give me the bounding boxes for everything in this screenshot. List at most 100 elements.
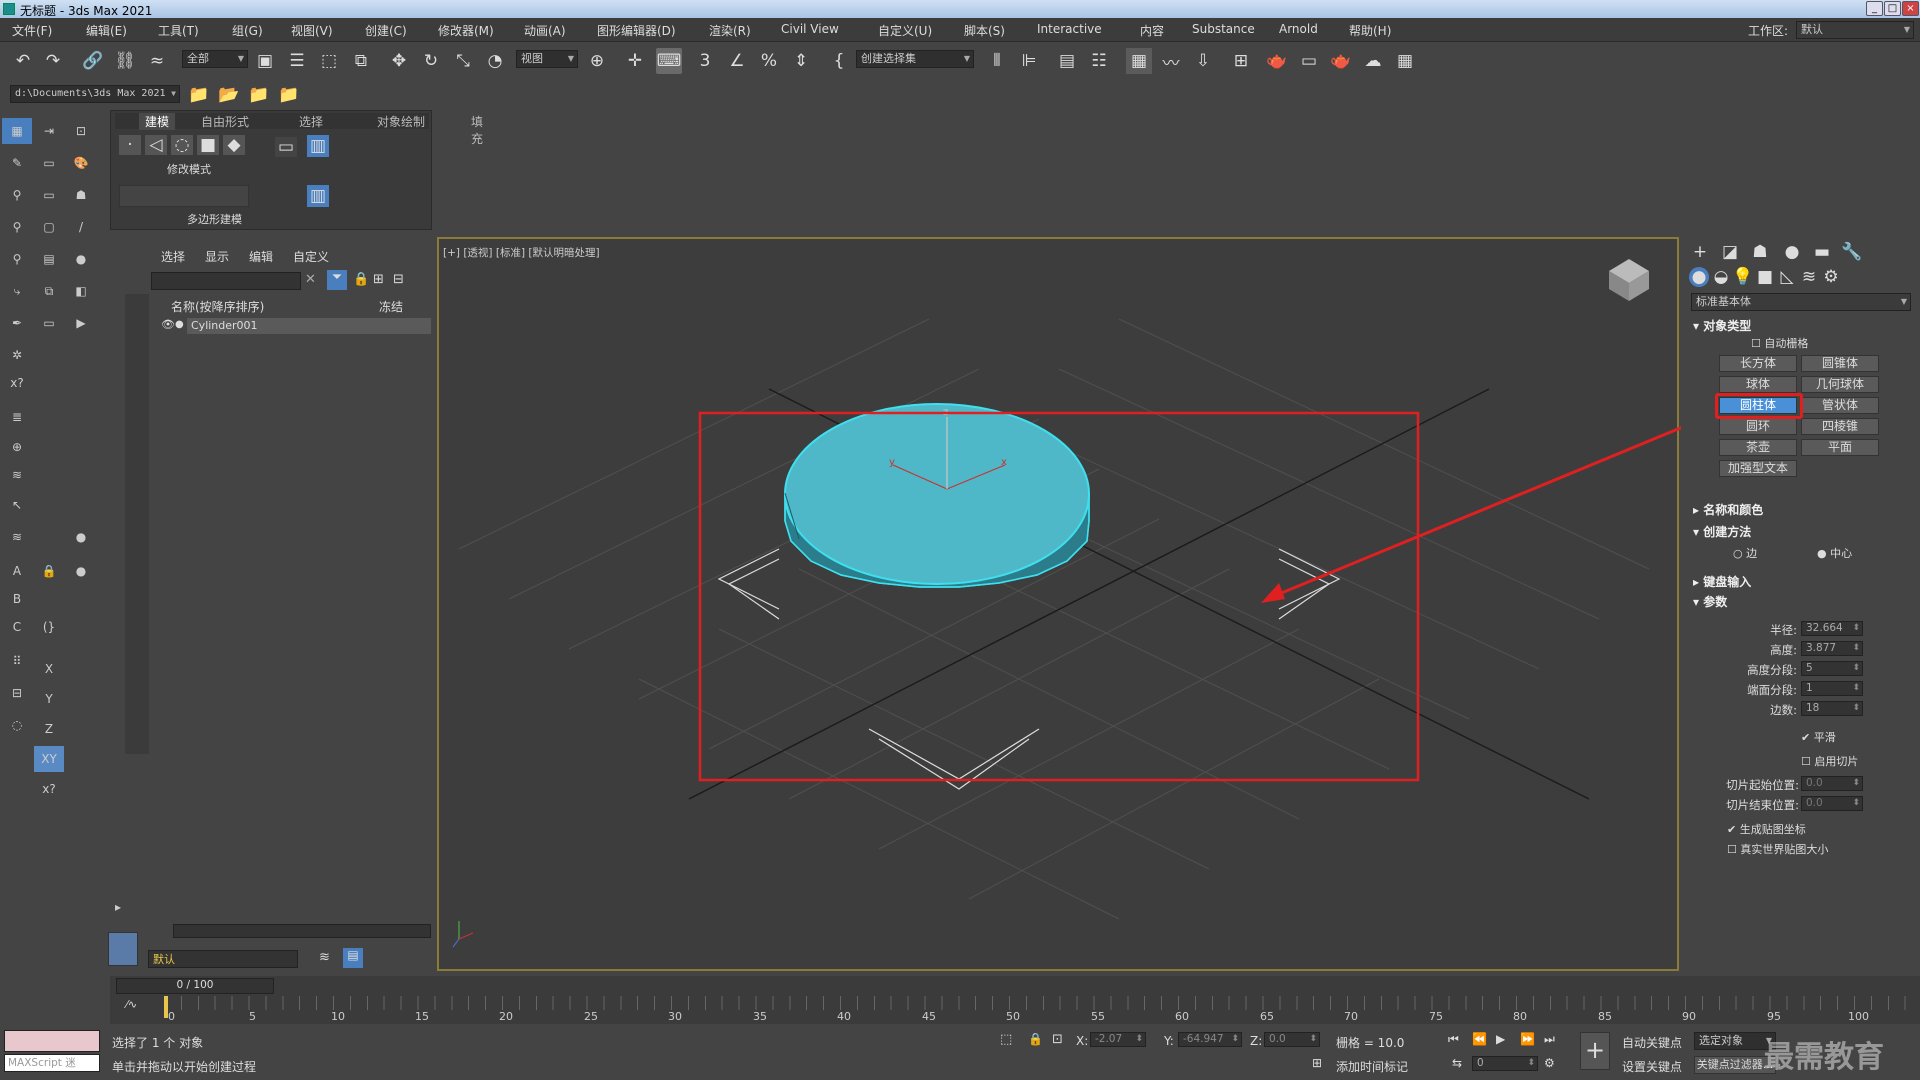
reference-coord-dropdown[interactable]: 视图 [516, 50, 578, 68]
expand-panel-icon[interactable]: ▸ [108, 898, 128, 916]
project-new-icon[interactable]: 📁 [276, 82, 302, 108]
edit-named-sets-icon[interactable]: { [826, 48, 852, 74]
selection-lock-icon[interactable]: 🔒 [1028, 1032, 1043, 1046]
viewcube-icon[interactable] [1609, 259, 1649, 301]
render-setup-icon[interactable]: 🫖 [1264, 48, 1290, 74]
ribbon-expand-icon[interactable]: ▥ [307, 185, 329, 207]
project-open-icon[interactable]: 📂 [216, 82, 242, 108]
menu-substance[interactable]: Substance [1192, 22, 1255, 36]
box-button[interactable]: 长方体 [1719, 355, 1797, 372]
create-tab-icon[interactable]: + [1689, 241, 1711, 263]
scale-icon[interactable]: ⤡ [450, 48, 476, 74]
select-tool-icon[interactable]: ▦ [2, 118, 32, 144]
menu-group[interactable]: 组(G) [232, 22, 263, 39]
select-by-name-icon[interactable]: ☰ [284, 48, 310, 74]
minimize-button[interactable]: _ [1866, 1, 1883, 16]
text-a-icon[interactable]: A [2, 558, 32, 584]
measure-tool-icon[interactable]: ⊟ [2, 680, 32, 706]
ribbon-isolate-icon[interactable]: ▥ [307, 135, 329, 157]
text-list-icon[interactable]: ≣ [2, 404, 32, 430]
menu-civil-view[interactable]: Civil View [781, 22, 839, 36]
textplus-button[interactable]: 加强型文本 [1719, 460, 1797, 477]
box2-tool-icon[interactable]: ▭ [34, 310, 64, 336]
lock-icon[interactable]: 🔒 [353, 272, 369, 287]
display-tab-icon[interactable]: ▬ [1811, 241, 1833, 263]
edge-mode-icon[interactable]: ◁ [145, 135, 167, 155]
link-tool-icon[interactable]: ✎ [2, 150, 32, 176]
play-tool-icon[interactable]: ▶ [66, 310, 96, 336]
rendered-frame-icon[interactable]: ▭ [1296, 48, 1322, 74]
real-world-checkbox[interactable]: ☐ 真实世界贴图大小 [1727, 841, 1828, 857]
menu-help[interactable]: 帮助(H) [1349, 22, 1391, 39]
perspective-viewport[interactable]: [+] [透视] [标准] [默认明暗处理] y x z [437, 237, 1681, 971]
close-button[interactable]: × [1902, 1, 1919, 16]
merge-tool-icon[interactable]: ▭ [34, 182, 64, 208]
maxscript-listener-pink[interactable] [4, 1030, 100, 1052]
cone-button[interactable]: 圆锥体 [1801, 355, 1879, 372]
time-config-icon[interactable]: ⚙ [1544, 1056, 1555, 1070]
z-coord-input[interactable]: 0.0 [1264, 1032, 1320, 1047]
creation-method-header[interactable]: ▾ 创建方法 [1693, 523, 1751, 540]
place-icon[interactable]: ◔ [482, 48, 508, 74]
center-radio[interactable]: ● 中心 [1817, 545, 1852, 561]
render-dot-icon[interactable]: ● [175, 319, 184, 330]
category-dropdown[interactable]: 标准基本体 [1691, 293, 1911, 311]
project-save-icon[interactable]: 📁 [246, 82, 272, 108]
modify-tab-icon[interactable]: ◪ [1719, 241, 1741, 263]
tube-button[interactable]: 管状体 [1801, 397, 1879, 414]
scene-scrollbar[interactable] [173, 924, 431, 938]
layer-dropdown[interactable]: 默认 [148, 950, 298, 968]
menu-view[interactable]: 视图(V) [291, 22, 333, 39]
stack-tool-icon[interactable]: ⧉ [34, 278, 64, 304]
hierarchy-tool-icon[interactable]: ⚲ [2, 182, 32, 208]
height-spinner[interactable]: 3.877 [1801, 641, 1863, 656]
camera-tool-icon[interactable]: ◧ [66, 278, 96, 304]
x-coord-input[interactable]: -2.07 [1090, 1032, 1146, 1047]
ribbon-side-tool-icon[interactable]: ▭ [275, 137, 297, 157]
mirror-icon[interactable]: ⫴ [984, 48, 1010, 74]
menu-graph-editors[interactable]: 图形编辑器(D) [597, 22, 676, 39]
cursor-tool-icon[interactable]: ↖ [2, 492, 32, 518]
time-tag-icon[interactable]: ⊞ [1312, 1056, 1322, 1070]
scene-explorer-icon[interactable]: ▤ [1054, 48, 1080, 74]
helper-tool-icon[interactable]: ⚲ [2, 246, 32, 272]
scene-row[interactable]: 👁 ● Cylinder001 [161, 318, 431, 334]
isolate-selection-icon[interactable]: ⬚ [1000, 1032, 1012, 1047]
edge-radio[interactable]: ○ 边 [1733, 545, 1757, 561]
torus-button[interactable]: 圆环 [1719, 418, 1797, 435]
move-icon[interactable]: ✥ [386, 48, 412, 74]
y-coord-input[interactable]: -64.947 [1178, 1032, 1242, 1047]
utilities-tab-icon[interactable]: 🔧 [1841, 241, 1863, 263]
column-freeze-header[interactable]: 冻结 [379, 298, 403, 315]
layer-stack-icon[interactable]: ≋ [319, 950, 330, 965]
autogrid-checkbox[interactable]: ☐ 自动栅格 [1751, 335, 1808, 351]
smooth-checkbox[interactable]: ✔ 平滑 [1801, 729, 1836, 745]
add-time-tag[interactable]: 添加时间标记 [1336, 1058, 1408, 1075]
render-cloud-icon[interactable]: ☁ [1360, 48, 1386, 74]
ribbon-footer-label[interactable]: 多边形建模 [187, 211, 242, 227]
menu-animation[interactable]: 动画(A) [524, 22, 566, 39]
display-tool-icon[interactable]: ▭ [34, 150, 64, 176]
menu-interactive[interactable]: Interactive [1037, 22, 1102, 36]
lights-icon[interactable]: 💡 [1732, 267, 1753, 287]
tab-populate[interactable]: 填充 [471, 113, 483, 147]
teapot-button[interactable]: 茶壶 [1719, 439, 1797, 456]
select-object-icon[interactable]: ▣ [252, 48, 278, 74]
track-bar[interactable]: ⁄∿ 0 5 10 15 20 25 30 35 40 45 50 55 60 … [110, 996, 1920, 1024]
border-mode-icon[interactable]: ◌ [171, 135, 193, 155]
maximize-button[interactable]: □ [1884, 1, 1901, 16]
schematic-view-icon[interactable]: ⇩ [1190, 48, 1216, 74]
column-name-header[interactable]: 名称(按降序排序) [171, 298, 264, 315]
circle-tool-icon[interactable]: ◌ [2, 712, 32, 738]
shade-tool-icon[interactable]: ● [66, 524, 96, 550]
name-color-header[interactable]: ▸ 名称和颜色 [1693, 501, 1763, 518]
undo-icon[interactable]: ↶ [10, 48, 36, 74]
parameters-header[interactable]: ▾ 参数 [1693, 593, 1727, 610]
clear-search-icon[interactable]: ✕ [305, 272, 321, 288]
teapot-tool-icon[interactable]: ☗ [66, 182, 96, 208]
goto-start-icon[interactable]: ⏮ [1448, 1032, 1459, 1047]
material-editor-icon[interactable]: ⊞ [1228, 48, 1254, 74]
cap-segments-spinner[interactable]: 1 [1801, 681, 1863, 696]
tab-selection[interactable]: 选择 [299, 113, 323, 130]
maxscript-mini-listener[interactable]: MAXScript 迷 [4, 1054, 100, 1072]
